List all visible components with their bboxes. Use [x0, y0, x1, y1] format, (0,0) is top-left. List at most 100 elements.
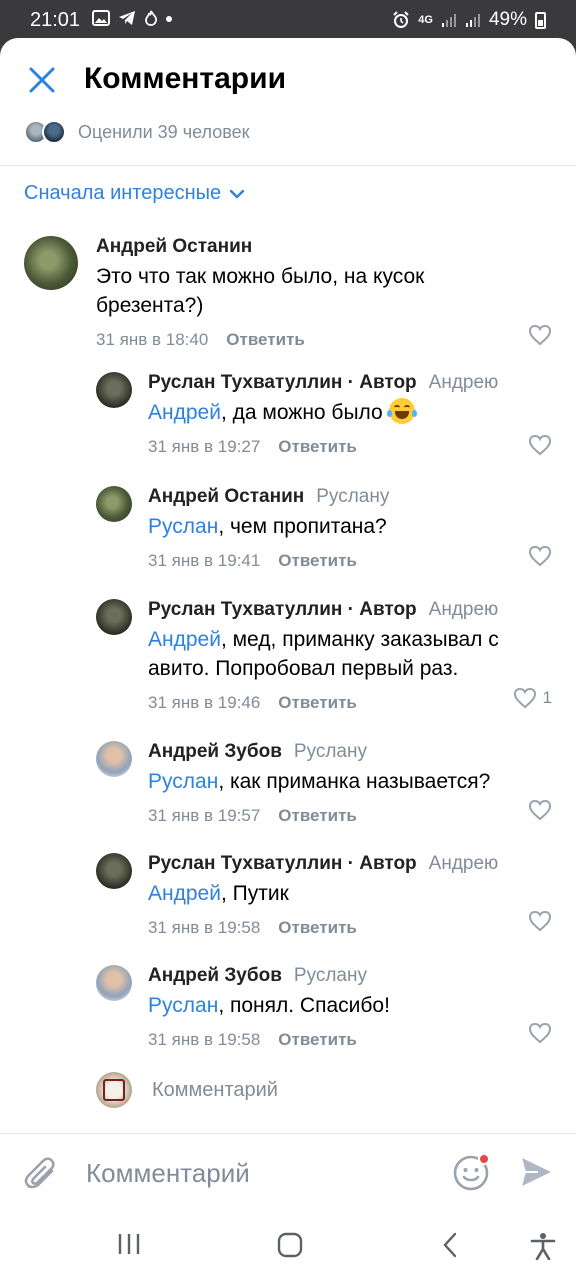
comment-author[interactable]: Руслан Тухватуллин · Автор Андрею — [148, 853, 552, 875]
comment: Андрей Останин Это что так можно было, н… — [24, 236, 552, 356]
like-button[interactable] — [528, 545, 552, 567]
sort-dropdown[interactable]: Сначала интересные — [24, 182, 245, 205]
alarm-icon — [393, 11, 409, 28]
comment-author[interactable]: Андрей Останин Руслану — [148, 486, 552, 508]
heart-icon — [528, 910, 552, 932]
liked-count-text: Оценили 39 человек — [78, 121, 250, 142]
like-button[interactable] — [528, 799, 552, 821]
mention-link[interactable]: Андрей — [148, 628, 221, 651]
reply-button[interactable]: Ответить — [278, 918, 357, 938]
status-bar: 21:01 4G 49% — [0, 0, 576, 40]
comment-meta: 31 янв в 19:58 Ответить — [148, 1030, 552, 1050]
reply-button[interactable]: Ответить — [278, 1030, 357, 1050]
send-icon — [522, 1158, 551, 1186]
reply-compose-placeholder: Комментарий — [152, 1078, 278, 1101]
avatar[interactable] — [96, 741, 132, 777]
comment-author[interactable]: Андрей Зубов Руслану — [148, 965, 552, 987]
reply-button[interactable]: Ответить — [226, 330, 305, 350]
telegram-icon — [119, 11, 135, 25]
avatar — [96, 1072, 132, 1108]
avatar[interactable] — [96, 372, 132, 408]
comment-date: 31 янв в 19:58 — [148, 1030, 261, 1049]
battery-level: 49% — [488, 9, 527, 30]
comment-text: Руслан, чем пропитана? — [148, 515, 387, 538]
system-nav-bar — [0, 1220, 576, 1280]
reply-to: Андрею — [428, 372, 499, 393]
close-icon — [29, 67, 55, 93]
heart-icon — [528, 545, 552, 567]
tears-of-joy-emoji-icon — [386, 398, 417, 424]
comment-meta: 31 янв в 19:58 Ответить — [148, 918, 552, 938]
comment-text: Руслан, понял. Спасибо! — [148, 994, 390, 1017]
comment-text: Это что так можно было, на кусок брезент… — [96, 265, 425, 317]
comment-author[interactable]: Андрей Зубов Руслану — [148, 741, 552, 763]
reply-button[interactable]: Ответить — [278, 551, 357, 571]
heart-icon — [528, 434, 552, 456]
home-icon — [277, 1232, 303, 1258]
reply-to: Андрею — [428, 853, 499, 874]
comment-date: 31 янв в 19:41 — [148, 551, 261, 570]
mention-link[interactable]: Андрей — [148, 401, 221, 424]
comment-input[interactable]: Комментарий — [86, 1158, 250, 1189]
reply-compose[interactable]: Комментарий — [96, 1072, 278, 1108]
header: Комментарии Оценили 39 человек — [0, 38, 576, 166]
avatar[interactable] — [96, 599, 132, 635]
attach-button[interactable] — [24, 1154, 58, 1197]
signal-icon-2 — [465, 14, 480, 27]
comment-author[interactable]: Руслан Тухватуллин · Автор Андрею — [148, 372, 552, 394]
reply-button[interactable]: Ответить — [278, 806, 357, 826]
heart-icon — [513, 687, 536, 709]
avatar[interactable] — [96, 965, 132, 1001]
reply-to: Руслану — [293, 965, 367, 986]
battery-icon — [535, 11, 546, 29]
reply-button[interactable]: Ответить — [278, 437, 357, 457]
heart-icon — [528, 1022, 552, 1044]
like-button[interactable] — [528, 434, 552, 456]
system-icons: 4G 49% — [392, 9, 546, 31]
compose-bar: Комментарий — [0, 1133, 576, 1215]
sort-label: Сначала интересные — [24, 182, 222, 204]
comment-author[interactable]: Андрей Останин — [96, 236, 552, 258]
home-button[interactable] — [276, 1232, 304, 1263]
avatar[interactable] — [96, 853, 132, 889]
dot-icon — [166, 16, 172, 22]
comment-text: Руслан, как приманка называется? — [148, 770, 491, 793]
comment-reply: Руслан Тухватуллин · Автор Андрею Андрей,… — [96, 853, 552, 943]
comments-sheet: Комментарии Оценили 39 человек Сначала и… — [0, 38, 576, 1280]
emoji-button[interactable] — [452, 1152, 492, 1197]
chevron-down-icon — [229, 189, 245, 198]
comment-reply: Андрей Зубов Руслану Руслан, понял. Спаси… — [96, 965, 552, 1055]
mention-link[interactable]: Руслан — [148, 515, 218, 538]
mention-link[interactable]: Руслан — [148, 770, 218, 793]
smile-icon — [453, 1153, 490, 1191]
like-button[interactable] — [528, 324, 552, 346]
comment-meta: 31 янв в 19:46 Ответить — [148, 693, 552, 713]
page-title: Комментарии — [84, 62, 287, 95]
recent-apps-button[interactable] — [116, 1232, 142, 1261]
send-button[interactable] — [518, 1154, 554, 1195]
like-button[interactable] — [528, 1022, 552, 1044]
avatar[interactable] — [96, 486, 132, 522]
close-button[interactable] — [24, 62, 60, 98]
comment-reply: Андрей Останин Руслану Руслан, чем пропит… — [96, 486, 552, 576]
accessibility-button[interactable] — [530, 1232, 556, 1265]
comment-reply: Руслан Тухватуллин · Автор Андрею Андрей,… — [96, 372, 552, 462]
comment-reply: Андрей Зубов Руслану Руслан, как приманка… — [96, 741, 552, 831]
reply-to: Андрею — [428, 599, 499, 620]
reply-button[interactable]: Ответить — [278, 693, 357, 713]
like-button[interactable] — [528, 910, 552, 932]
liked-avatars — [24, 120, 66, 144]
comment-date: 31 янв в 18:40 — [96, 330, 209, 349]
comment-text: Андрей, да можно было — [148, 398, 552, 427]
comment-text: Андрей, Путик — [148, 882, 289, 905]
comment-author[interactable]: Руслан Тухватуллин · Автор Андрею — [148, 599, 552, 621]
mention-link[interactable]: Андрей — [148, 882, 221, 905]
liked-by-row[interactable]: Оценили 39 человек — [24, 120, 249, 144]
mention-link[interactable]: Руслан — [148, 994, 218, 1017]
like-button[interactable]: 1 — [513, 687, 552, 709]
back-button[interactable] — [440, 1232, 460, 1263]
avatar[interactable] — [24, 236, 78, 290]
gallery-icon — [92, 10, 110, 26]
reply-to: Руслану — [293, 741, 367, 762]
comment-date: 31 янв в 19:46 — [148, 693, 261, 712]
